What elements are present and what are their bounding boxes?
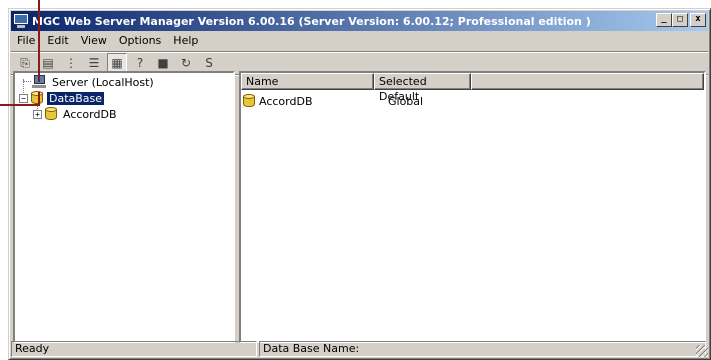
menu-help[interactable]: Help: [167, 34, 204, 47]
tree-line: [23, 81, 31, 82]
database-icon: [31, 91, 43, 105]
list-item[interactable]: AccordDB Global: [243, 93, 423, 109]
paste-icon: ▤: [42, 56, 54, 70]
collapse-icon[interactable]: −: [19, 93, 28, 103]
tree-view-button[interactable]: ⋮: [61, 53, 81, 73]
tree-item-database-label: DataBase: [47, 91, 105, 105]
tree-item-accorddb-label: AccordDB: [63, 107, 117, 121]
menu-options[interactable]: Options: [113, 34, 167, 47]
help-button[interactable]: ?: [130, 53, 150, 73]
status-database-name: Data Base Name:: [259, 341, 706, 357]
menu-view[interactable]: View: [75, 34, 113, 47]
close-button[interactable]: x: [690, 13, 706, 27]
callout-line: [0, 104, 40, 106]
app-window: MGC Web Server Manager Version 6.00.16 (…: [8, 8, 711, 360]
app-icon[interactable]: [13, 13, 29, 29]
status-bar: Ready Data Base Name:: [11, 341, 708, 357]
reconnect-icon: S: [205, 56, 213, 70]
paste-button[interactable]: ▤: [38, 53, 58, 73]
list-item-default: Global: [388, 94, 424, 108]
details-view-icon: ☰: [88, 56, 100, 70]
list-item-name: AccordDB: [259, 94, 313, 108]
refresh-button[interactable]: ↻: [176, 53, 196, 73]
list-header: Name Selected Default: [241, 73, 704, 103]
column-header-filler: [471, 73, 704, 90]
maximize-button[interactable]: □: [672, 13, 688, 27]
copy-icon: ⎘: [20, 55, 30, 70]
window-controls: _ □ x: [656, 13, 706, 27]
database-icon: ■: [157, 56, 169, 70]
status-text: Ready: [11, 341, 257, 357]
menu-file[interactable]: File: [11, 34, 41, 47]
help-icon: ?: [136, 56, 144, 70]
minimize-button[interactable]: _: [656, 13, 672, 27]
grid-view-button[interactable]: ▦: [107, 53, 127, 73]
copy-button[interactable]: ⎘: [15, 53, 35, 73]
column-header-name[interactable]: Name: [241, 73, 374, 90]
tree-item-server-label: Server (LocalHost): [52, 75, 154, 89]
resize-grip-icon[interactable]: [696, 345, 708, 357]
details-view-button[interactable]: ☰: [84, 53, 104, 73]
list-pane[interactable]: Name Selected Default AccordDB Global: [239, 71, 706, 343]
tree-pane[interactable]: Server (LocalHost) − DataBase + AccordDB: [13, 71, 235, 343]
menu-edit[interactable]: Edit: [41, 34, 74, 47]
refresh-icon: ↻: [180, 56, 192, 70]
database-button[interactable]: ■: [153, 53, 173, 73]
tree-item-accorddb[interactable]: + AccordDB: [33, 106, 119, 122]
tree-view-icon: ⋮: [65, 56, 77, 70]
tree-item-server[interactable]: Server (LocalHost): [31, 74, 156, 90]
database-icon: [243, 94, 255, 108]
expand-icon[interactable]: +: [33, 109, 42, 119]
database-icon: [45, 107, 57, 121]
callout-line: [38, 92, 40, 106]
window-title: MGC Web Server Manager Version 6.00.16 (…: [32, 14, 591, 28]
menu-bar: File Edit View Options Help: [11, 31, 708, 50]
title-bar[interactable]: MGC Web Server Manager Version 6.00.16 (…: [11, 11, 708, 31]
callout-line: [38, 0, 40, 82]
reconnect-button[interactable]: S: [199, 53, 219, 73]
column-header-selected-default[interactable]: Selected Default: [374, 73, 471, 103]
grid-view-icon: ▦: [111, 56, 123, 70]
